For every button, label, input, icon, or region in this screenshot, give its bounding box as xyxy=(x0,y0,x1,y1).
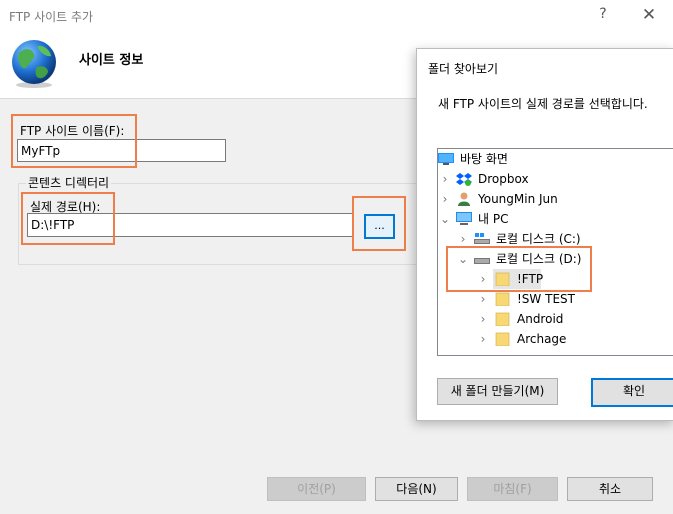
tree-item-folder[interactable]: › Android xyxy=(438,309,673,329)
title-bar: FTP 사이트 추가 ? ✕ xyxy=(0,0,673,30)
new-folder-button[interactable]: 새 폴더 만들기(M) xyxy=(437,378,558,405)
cancel-button[interactable]: 취소 xyxy=(567,477,653,501)
user-icon xyxy=(458,192,470,206)
folder-icon xyxy=(495,292,510,306)
highlight-drive-d xyxy=(446,246,592,292)
ok-button[interactable]: 확인 xyxy=(591,378,673,407)
highlight-browse-button xyxy=(352,196,406,251)
content-directory-label: 콘텐츠 디렉터리 xyxy=(26,174,112,191)
tree-item-label: !SW TEST xyxy=(517,292,575,306)
pc-icon xyxy=(456,212,472,225)
chevron-right-icon[interactable]: › xyxy=(478,309,488,329)
tree-item-folder[interactable]: › Archage xyxy=(438,329,673,349)
folder-dialog-description: 새 FTP 사이트의 실제 경로를 선택합니다. xyxy=(438,97,648,111)
globe-icon xyxy=(12,40,56,88)
tree-item-desktop[interactable]: 바탕 화면 xyxy=(438,149,673,169)
next-button[interactable]: 다음(N) xyxy=(375,477,458,501)
chevron-down-icon[interactable]: ⌄ xyxy=(440,209,450,229)
folder-icon xyxy=(495,332,510,346)
tree-item-label: 바탕 화면 xyxy=(460,152,508,166)
tree-item-user[interactable]: › YoungMin Jun xyxy=(438,189,673,209)
folder-dialog-title: 폴더 찾아보기 xyxy=(428,62,499,76)
folder-dialog-title-bar: 폴더 찾아보기 xyxy=(417,49,673,81)
chevron-right-icon[interactable]: › xyxy=(440,169,450,189)
highlight-physical-path xyxy=(21,192,115,245)
tree-item-label: Android xyxy=(517,312,564,326)
tree-item-label: Archage xyxy=(517,332,567,346)
browse-folder-dialog: 폴더 찾아보기 새 FTP 사이트의 실제 경로를 선택합니다. 바탕 화면 ›… xyxy=(416,48,673,421)
help-button[interactable]: ? xyxy=(596,6,610,24)
section-title: 사이트 정보 xyxy=(79,53,144,68)
desktop-icon xyxy=(438,153,454,165)
tree-item-my-pc[interactable]: ⌄ 내 PC xyxy=(438,209,673,229)
previous-button[interactable]: 이전(P) xyxy=(267,477,366,501)
chevron-right-icon[interactable]: › xyxy=(478,289,488,309)
tree-item-folder[interactable]: › !SW TEST xyxy=(438,289,673,309)
finish-button[interactable]: 마침(F) xyxy=(467,477,558,501)
tree-item-label: Dropbox xyxy=(478,172,529,186)
tree-item-label: 내 PC xyxy=(478,212,509,226)
window-title: FTP 사이트 추가 xyxy=(9,10,94,24)
highlight-site-name xyxy=(11,114,137,168)
folder-icon xyxy=(495,312,510,326)
tree-item-dropbox[interactable]: › Dropbox xyxy=(438,169,673,189)
close-button[interactable]: ✕ xyxy=(638,4,660,26)
chevron-right-icon[interactable]: › xyxy=(478,329,488,349)
tree-item-label: YoungMin Jun xyxy=(478,192,558,206)
dropbox-icon xyxy=(456,173,472,186)
chevron-right-icon[interactable]: › xyxy=(440,189,450,209)
drive-icon xyxy=(474,233,490,244)
